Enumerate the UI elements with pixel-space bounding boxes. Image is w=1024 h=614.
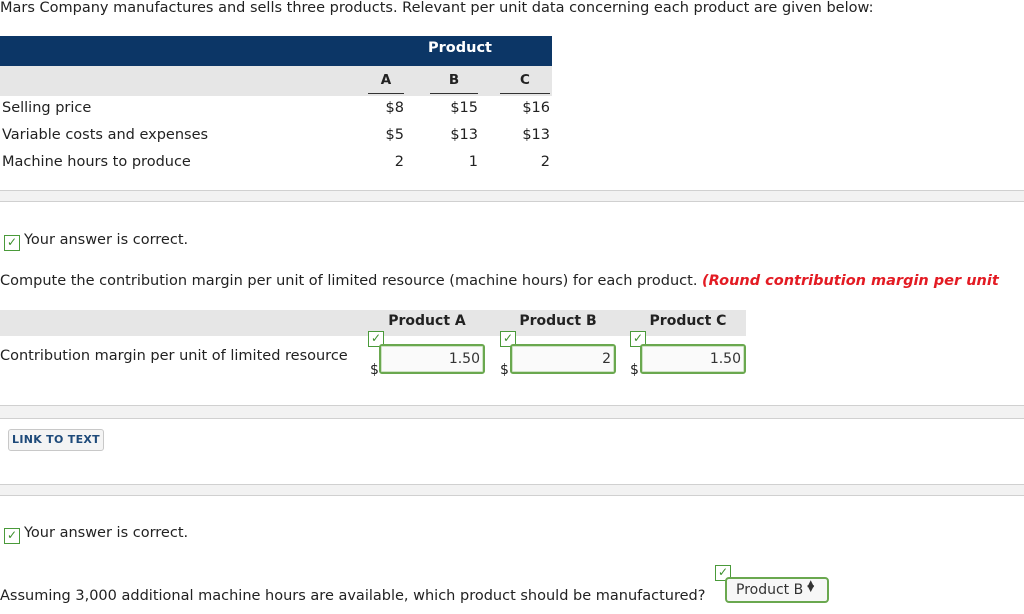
cell-c-variable-costs: $13 [522,127,550,143]
currency-symbol: $ [500,362,509,378]
column-header-b: B [430,72,478,94]
link-to-text-button[interactable]: LINK TO TEXT [8,429,104,451]
cell-b-machine-hours: 1 [468,154,478,170]
divider-band [0,485,1024,495]
feedback-correct-1: ✓ Your answer is correct. [4,232,188,251]
answer-input-product-b[interactable]: 2 [510,344,616,374]
currency-symbol: $ [370,362,379,378]
divider-band [0,406,1024,418]
divider-band [0,191,1024,201]
product-select[interactable]: Product B ▲ ▼ [725,577,829,603]
product-select-value: Product B [736,582,804,598]
product-column-header-row: A B C [0,66,552,96]
header-product-b: Product B [519,313,597,329]
cell-c-machine-hours: 2 [540,154,550,170]
row-label-machine-hours: Machine hours to produce [2,154,191,170]
cell-a-variable-costs: $5 [385,127,404,143]
header-product-a: Product A [388,313,466,329]
divider [0,201,1024,202]
feedback-correct-2: ✓ Your answer is correct. [4,525,188,544]
rounding-instruction: (Round contribution margin per unit [702,273,999,289]
question-2-text: Assuming 3,000 additional machine hours … [0,588,706,604]
row-label-selling-price: Selling price [2,100,92,116]
cell-b-selling-price: $15 [450,100,478,116]
row-label-variable-costs: Variable costs and expenses [2,127,209,143]
column-header-c: C [500,72,550,94]
divider [0,418,1024,419]
check-icon: ✓ [4,528,20,544]
product-table-header: Product [0,36,552,66]
answer-input-product-c[interactable]: 1.50 [640,344,746,374]
intro-text: Mars Company manufactures and sells thre… [0,0,874,16]
divider [0,495,1024,496]
cm-row-label: Contribution margin per unit of limited … [0,348,348,364]
check-icon: ✓ [4,235,20,251]
currency-symbol: $ [630,362,639,378]
product-group-header: Product [428,40,492,56]
question-1-text: Compute the contribution margin per unit… [0,273,999,289]
answer-input-product-a[interactable]: 1.50 [379,344,485,374]
cell-c-selling-price: $16 [522,100,550,116]
cell-a-selling-price: $8 [385,100,404,116]
cell-b-variable-costs: $13 [450,127,478,143]
select-arrows-icon: ▲ ▼ [807,579,815,594]
column-header-a: A [368,72,404,94]
cell-a-machine-hours: 2 [394,154,404,170]
header-product-c: Product C [649,313,727,329]
